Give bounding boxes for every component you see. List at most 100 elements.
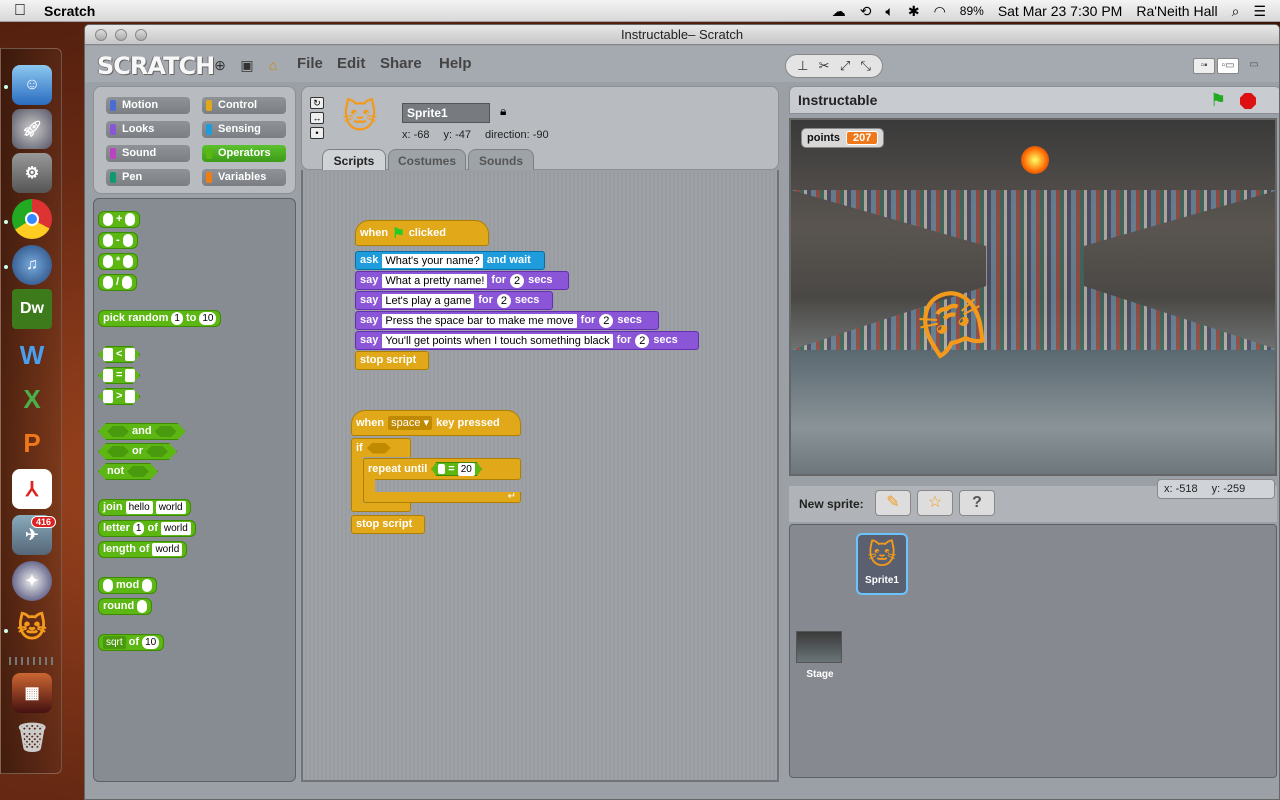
key-dropdown[interactable]: space ▾ xyxy=(388,416,433,430)
active-app-name[interactable]: Scratch xyxy=(44,3,95,19)
ask-question-input[interactable]: What's your name? xyxy=(382,253,483,268)
equals-value-input[interactable]: 20 xyxy=(458,463,475,476)
share-house-icon[interactable]: ⌂ xyxy=(264,56,282,74)
no-rotation-icon[interactable]: • xyxy=(310,127,324,139)
left-right-only-icon[interactable]: ↔ xyxy=(310,112,324,124)
paint-new-sprite-button[interactable]: ✎ xyxy=(875,490,911,516)
category-pen[interactable]: Pen xyxy=(106,169,190,186)
stop-script-block[interactable]: stop script xyxy=(351,515,425,534)
minimize-window-button[interactable] xyxy=(115,29,127,41)
say-text-input[interactable]: What a pretty name! xyxy=(382,273,488,288)
join-block[interactable]: join hello world xyxy=(98,499,191,516)
tab-costumes[interactable]: Costumes xyxy=(388,149,466,171)
bluetooth-icon[interactable]: ✱ xyxy=(908,3,920,20)
spotlight-icon[interactable]: ⌕ xyxy=(1232,3,1240,20)
volume-icon[interactable]: 🔈︎ xyxy=(885,3,893,20)
photo-icon[interactable]: ▦ xyxy=(12,673,52,713)
pick-random-block[interactable]: pick random 1 to 10 xyxy=(98,310,222,327)
delete-scissors-icon[interactable]: ✂ xyxy=(819,58,830,74)
if-block[interactable]: if xyxy=(351,438,411,457)
apple-menu-icon[interactable]:  xyxy=(0,2,40,20)
length-of-block[interactable]: length of world xyxy=(98,541,188,558)
say-text-input[interactable]: Let's play a game xyxy=(382,293,475,308)
safari-icon[interactable]: ✦ xyxy=(12,561,52,601)
repeat-until-block[interactable]: repeat until = 20 xyxy=(363,458,521,480)
divide-block[interactable]: / xyxy=(98,274,138,291)
stage-tile[interactable]: Stage xyxy=(796,631,844,687)
language-globe-icon[interactable]: ⊕ xyxy=(211,56,229,74)
stop-sign-button[interactable] xyxy=(1240,93,1256,109)
empty-condition-slot[interactable] xyxy=(366,442,391,454)
category-operators[interactable]: Operators xyxy=(202,145,286,162)
ask-and-wait-block[interactable]: ask What's your name? and wait xyxy=(355,251,545,270)
user-name[interactable]: Ra'Neith Hall xyxy=(1136,3,1217,19)
small-stage-view-icon[interactable]: ▫▪ xyxy=(1193,58,1215,74)
math-function-dropdown[interactable]: sqrt xyxy=(103,636,126,649)
greater-than-block[interactable]: > xyxy=(98,388,140,405)
scripts-area[interactable]: when ⚑ clicked ask What's your name? and… xyxy=(301,170,779,782)
time-machine-icon[interactable]: ⟲ xyxy=(860,3,872,20)
block-input[interactable]: 1 xyxy=(171,312,183,325)
sprite-tile-sprite1[interactable]: 🐱︎ Sprite1 xyxy=(856,533,908,595)
menu-file[interactable]: File xyxy=(297,55,323,72)
cloud-icon[interactable]: ☁ xyxy=(832,3,846,20)
block-input[interactable]: world xyxy=(152,543,183,556)
secs-input[interactable]: 2 xyxy=(496,293,511,308)
block-input[interactable]: 10 xyxy=(142,636,160,649)
word-icon[interactable]: W xyxy=(12,335,52,375)
green-flag-button[interactable]: ⚑ xyxy=(1210,91,1226,109)
secs-input[interactable]: 2 xyxy=(599,313,614,328)
secs-input[interactable]: 2 xyxy=(510,273,525,288)
category-control[interactable]: Control xyxy=(202,97,286,114)
wifi-icon[interactable]: ◠ xyxy=(934,3,946,20)
menu-share[interactable]: Share xyxy=(380,55,422,72)
menu-help[interactable]: Help xyxy=(439,55,472,72)
powerpoint-icon[interactable]: P xyxy=(12,423,52,463)
normal-stage-view-icon[interactable]: ▫▭ xyxy=(1217,58,1239,74)
surprise-sprite-button[interactable]: ? xyxy=(959,490,995,516)
stop-script-block[interactable]: stop script xyxy=(355,351,429,370)
menu-edit[interactable]: Edit xyxy=(337,55,365,72)
close-window-button[interactable] xyxy=(95,29,107,41)
trash-icon[interactable]: 🗑︎ xyxy=(12,717,52,757)
sprite-name-field[interactable]: Sprite1 xyxy=(402,103,490,123)
when-key-pressed-hat[interactable]: when space ▾ key pressed xyxy=(351,410,521,436)
when-flag-clicked-hat[interactable]: when ⚑ clicked xyxy=(355,220,489,246)
clock[interactable]: Sat Mar 23 7:30 PM xyxy=(998,3,1123,19)
scratch-icon[interactable]: 🐱︎ xyxy=(12,607,52,647)
launchpad-icon[interactable]: 🚀︎ xyxy=(12,109,52,149)
say-text-input[interactable]: Press the space bar to make me move xyxy=(382,313,577,328)
notification-center-icon[interactable]: ☰ xyxy=(1253,3,1266,20)
itunes-icon[interactable]: ♫ xyxy=(12,245,52,285)
multiply-block[interactable]: * xyxy=(98,253,139,270)
points-variable-monitor[interactable]: points 207 xyxy=(801,128,885,148)
equals-block[interactable]: = xyxy=(98,367,140,384)
category-variables[interactable]: Variables xyxy=(202,169,286,186)
block-input[interactable]: world xyxy=(155,501,186,514)
subtract-block[interactable]: - xyxy=(98,232,138,249)
say-for-secs-block[interactable]: say Press the space bar to make me move … xyxy=(355,311,659,330)
category-sensing[interactable]: Sensing xyxy=(202,121,286,138)
or-block[interactable]: or xyxy=(98,443,177,460)
say-for-secs-block[interactable]: say Let's play a game for 2 secs xyxy=(355,291,553,310)
finder-icon[interactable]: ☺ xyxy=(12,65,52,105)
not-block[interactable]: not xyxy=(98,463,158,480)
system-preferences-icon[interactable]: ⚙ xyxy=(12,153,52,193)
say-for-secs-block[interactable]: say What a pretty name! for 2 secs xyxy=(355,271,569,290)
secs-input[interactable]: 2 xyxy=(635,333,650,348)
letter-of-block[interactable]: letter 1 of world xyxy=(98,520,196,537)
say-text-input[interactable]: You'll get points when I touch something… xyxy=(382,333,613,348)
add-block[interactable]: + xyxy=(98,211,141,228)
zoom-window-button[interactable] xyxy=(135,29,147,41)
say-for-secs-block[interactable]: say You'll get points when I touch somet… xyxy=(355,331,699,350)
dreamweaver-icon[interactable]: Dw xyxy=(12,289,52,329)
less-than-block[interactable]: < xyxy=(98,346,140,363)
block-input[interactable]: 1 xyxy=(132,522,145,535)
category-motion[interactable]: Motion xyxy=(106,97,190,114)
mod-block[interactable]: mod xyxy=(98,577,158,594)
sqrt-block[interactable]: sqrt of 10 xyxy=(98,634,165,651)
acrobat-icon[interactable]: ⅄ xyxy=(12,469,52,509)
excel-icon[interactable]: X xyxy=(12,379,52,419)
stage-canvas[interactable]: 🐱︎ points 207 xyxy=(789,118,1277,476)
block-input[interactable]: 10 xyxy=(199,312,217,325)
